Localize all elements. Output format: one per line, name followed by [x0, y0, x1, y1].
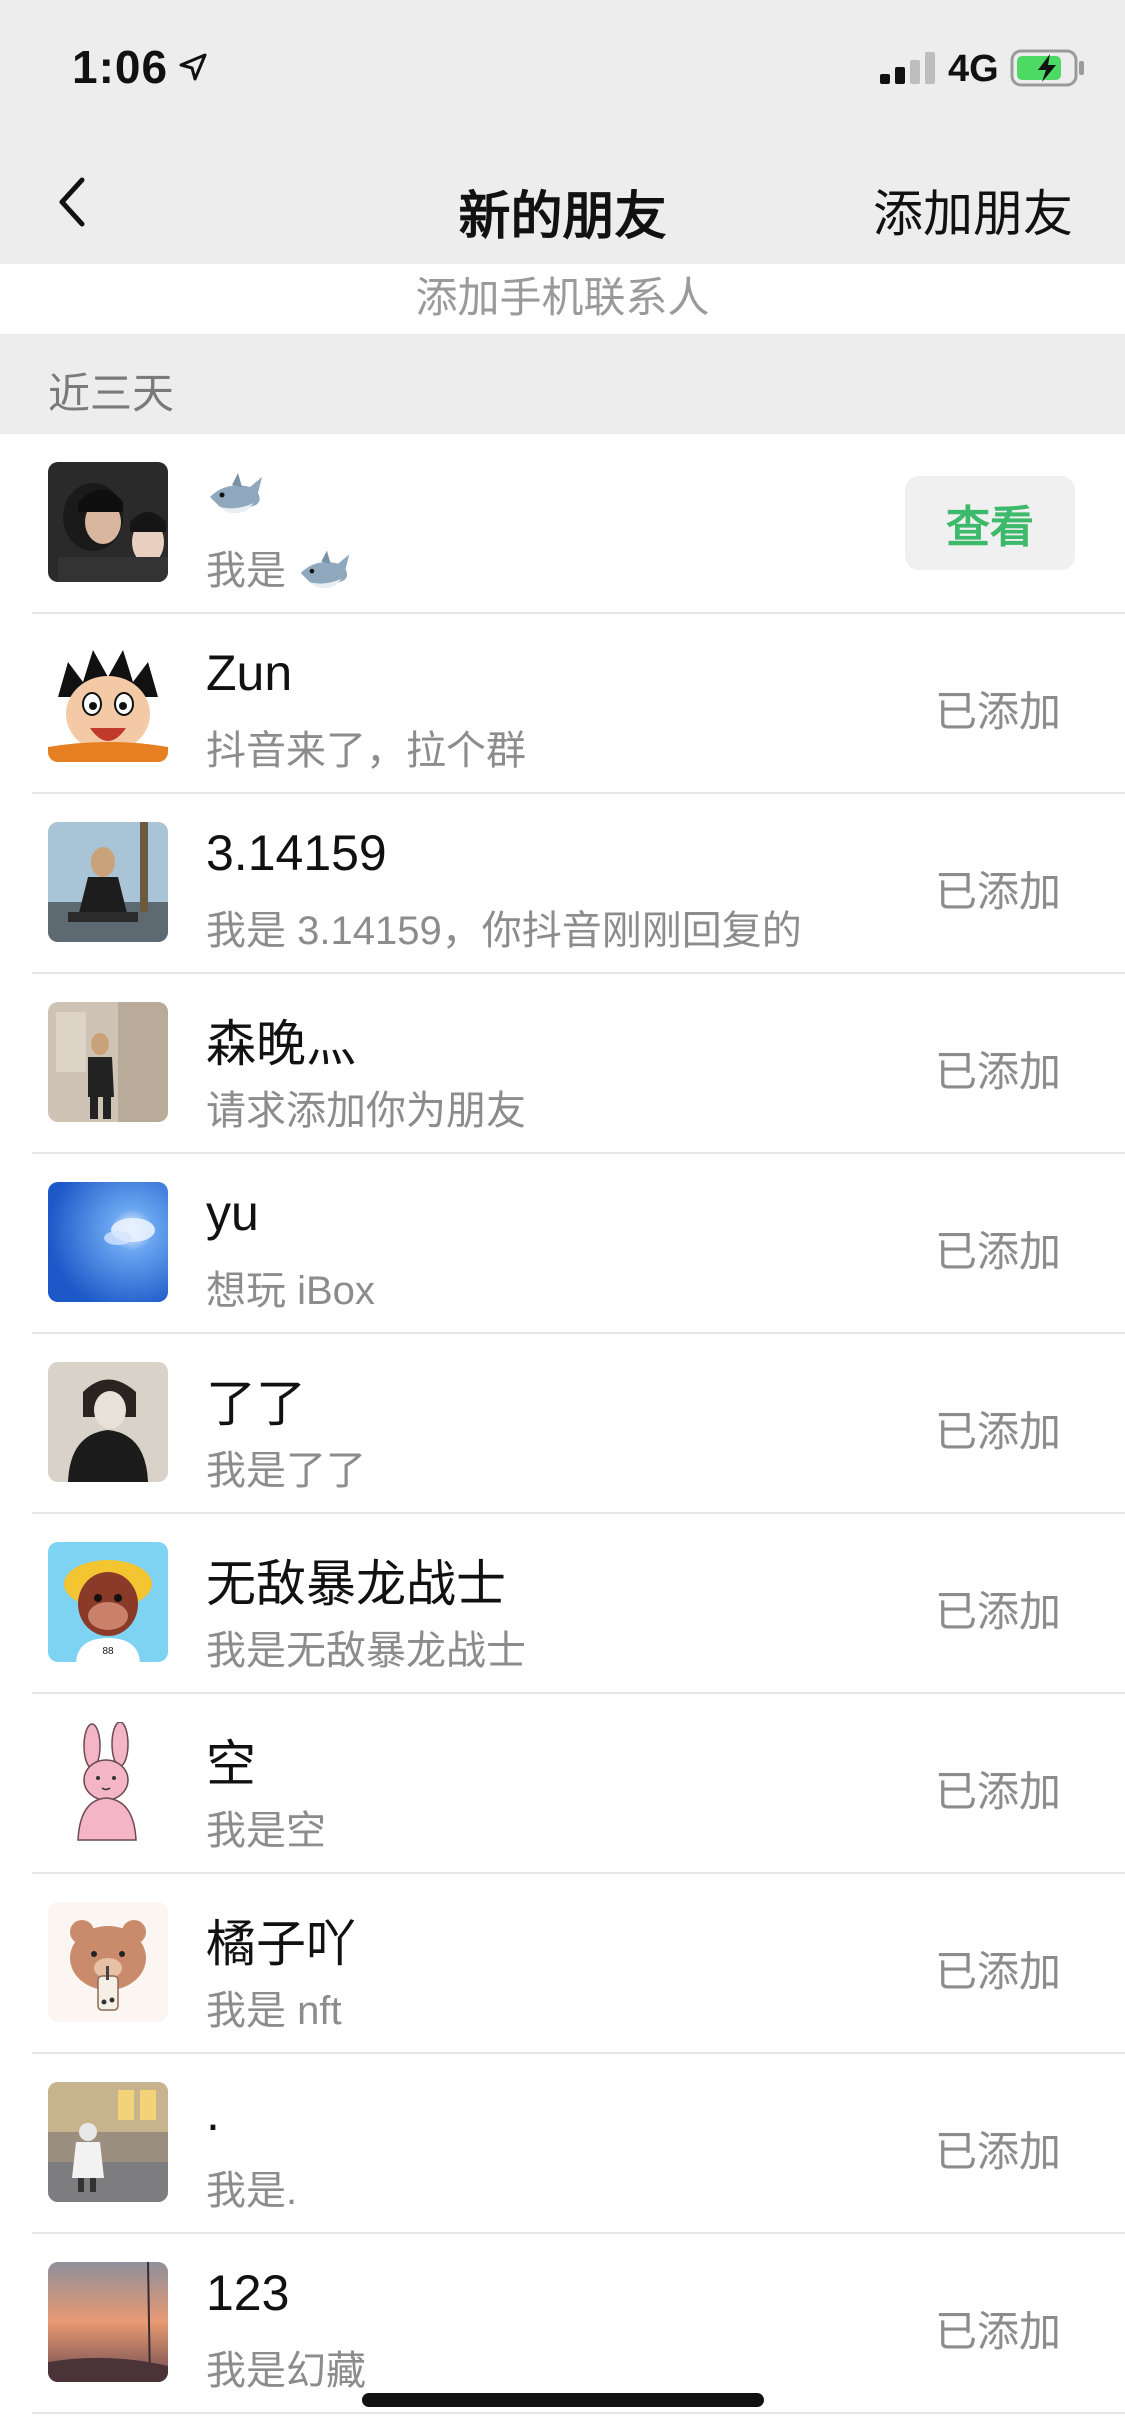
friend-request-row[interactable]: 橘子吖 我是 nft 已添加	[0, 1874, 1125, 2054]
added-status: 已添加	[934, 1228, 1061, 1275]
battery-charging-icon	[1010, 49, 1084, 87]
request-name	[206, 464, 266, 527]
added-status: 已添加	[934, 1588, 1061, 1635]
network-type: 4G	[948, 48, 999, 90]
request-message: 我是 nft	[206, 1989, 342, 2033]
status-bar: 1:06 4G	[0, 0, 1125, 140]
child-photo-avatar	[48, 2082, 168, 2202]
friend-request-row[interactable]: 了了 我是了了 已添加	[0, 1334, 1125, 1514]
request-name: 空	[206, 1736, 256, 1792]
request-name: Zun	[206, 645, 293, 701]
added-status: 已添加	[934, 1768, 1061, 1815]
cartoon-boy-avatar	[48, 642, 168, 762]
request-name: 无敌暴龙战士	[206, 1556, 506, 1612]
added-status: 已添加	[934, 1408, 1061, 1455]
home-indicator[interactable]	[362, 2393, 764, 2407]
request-message: 我是无敌暴龙战士	[206, 1629, 526, 1673]
friend-request-row[interactable]: 空 我是空 已添加	[0, 1694, 1125, 1874]
section-title: 近三天	[48, 370, 175, 417]
ape-nft-avatar: 88	[48, 1542, 168, 1662]
friend-request-row[interactable]: 88 无敌暴龙战士 我是无敌暴龙战士 已添加	[0, 1514, 1125, 1694]
added-status: 已添加	[934, 2308, 1061, 2355]
status-time: 1:06	[72, 41, 169, 93]
couple-photo-avatar	[48, 462, 168, 582]
add-friend-button[interactable]: 添加朋友	[873, 174, 1073, 246]
friend-request-row[interactable]: 森晚灬 请求添加你为朋友 已添加	[0, 974, 1125, 1154]
request-message: 我是了了	[206, 1449, 366, 1493]
person-sitting-photo-avatar	[48, 822, 168, 942]
friend-request-row[interactable]: Zun 抖音来了，拉个群 已添加	[0, 614, 1125, 794]
shark-emoji-icon	[210, 472, 262, 514]
friend-request-row[interactable]: 我是 查看	[0, 434, 1125, 614]
friend-request-row[interactable]: 123 我是幻藏 已添加	[0, 2234, 1125, 2414]
request-message: 我是空	[206, 1809, 326, 1853]
friend-request-list: 我是 查看 Zun 抖音来了，拉个群 已添加 3.14159 我是 3.1415…	[0, 434, 1125, 2414]
request-message: 我是幻藏	[206, 2349, 366, 2393]
masked-person-avatar	[48, 1362, 168, 1482]
request-message: 想玩 iBox	[206, 1269, 375, 1313]
request-message: 请求添加你为朋友	[206, 1089, 526, 1133]
request-name: 123	[206, 2265, 290, 2321]
add-mobile-contacts-row[interactable]: 添加手机联系人	[0, 264, 1125, 334]
request-message: 我是	[206, 538, 353, 601]
location-arrow-icon	[179, 53, 207, 81]
bear-bubble-tea-avatar	[48, 1902, 168, 2022]
friend-request-row[interactable]: 3.14159 我是 3.14159，你抖音刚刚回复的 已添加	[0, 794, 1125, 974]
request-name: .	[206, 2085, 220, 2141]
added-status: 已添加	[934, 1948, 1061, 1995]
section-header-recent: 近三天	[0, 334, 1125, 434]
request-name: 了了	[206, 1376, 306, 1432]
added-status: 已添加	[934, 868, 1061, 915]
svg-text:88: 88	[102, 1646, 114, 1657]
request-message: 我是.	[206, 2169, 298, 2213]
request-name: 森晚灬	[206, 1016, 356, 1072]
friend-request-row[interactable]: . 我是. 已添加	[0, 2054, 1125, 2234]
request-message: 我是 3.14159，你抖音刚刚回复的	[206, 909, 802, 953]
friend-request-row[interactable]: yu 想玩 iBox 已添加	[0, 1154, 1125, 1334]
blue-sky-photo-avatar	[48, 1182, 168, 1302]
view-request-button[interactable]: 查看	[905, 476, 1075, 570]
request-message: 抖音来了，拉个群	[206, 729, 526, 773]
new-friends-screen: 1:06 4G 新的朋友 添加朋友 添加手机联系人 近三天 我是 查看 Zun …	[0, 0, 1125, 2436]
shark-emoji-icon	[300, 551, 350, 589]
request-name: yu	[206, 1185, 259, 1241]
pink-rabbit-avatar	[48, 1722, 168, 1842]
person-standing-photo-avatar	[48, 1002, 168, 1122]
signal-bars-icon	[880, 52, 935, 84]
add-mobile-contacts-label: 添加手机联系人	[415, 274, 710, 321]
sunset-photo-avatar	[48, 2262, 168, 2382]
added-status: 已添加	[934, 688, 1061, 735]
navigation-bar: 新的朋友 添加朋友	[0, 140, 1125, 264]
request-name: 3.14159	[206, 825, 387, 881]
request-name: 橘子吖	[206, 1916, 356, 1972]
added-status: 已添加	[934, 2128, 1061, 2175]
added-status: 已添加	[934, 1048, 1061, 1095]
